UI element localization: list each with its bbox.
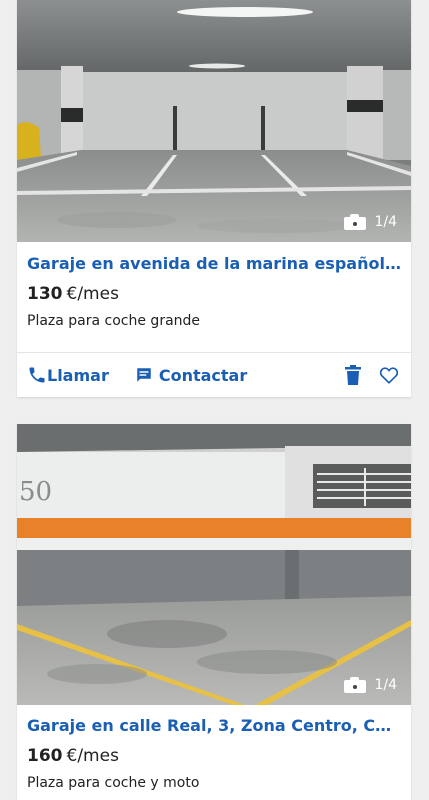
chat-icon xyxy=(137,368,151,382)
listing-title[interactable]: Garaje en calle Real, 3, Zona Centro, Ce… xyxy=(27,705,401,737)
price-value: 160 xyxy=(27,746,63,766)
listing-photo[interactable]: 50 1/4 xyxy=(17,424,411,705)
garage-photo-image: 50 xyxy=(17,424,411,705)
photo-counter-text: 1/4 xyxy=(374,214,397,230)
delete-button[interactable] xyxy=(341,363,365,387)
contact-label: Contactar xyxy=(158,365,248,385)
price-value: 130 xyxy=(27,284,63,304)
listing-photo[interactable]: 1/4 xyxy=(17,0,411,242)
trash-icon xyxy=(345,365,361,385)
wall-number: 50 xyxy=(19,477,52,507)
listing-price: 130 €/mes xyxy=(27,283,401,305)
listing-description: Plaza para coche y moto xyxy=(27,775,200,791)
photo-counter: 1/4 xyxy=(344,214,397,230)
phone-icon xyxy=(29,367,45,383)
heart-icon xyxy=(379,367,399,384)
camera-icon xyxy=(344,677,367,693)
listing-card[interactable]: 50 1/4 Garaje en calle Real, 3, Zona Cen… xyxy=(17,424,411,800)
listing-price: 160 €/mes xyxy=(27,745,401,767)
call-label: Llamar xyxy=(47,365,109,385)
favorite-button[interactable] xyxy=(377,363,401,387)
contact-button[interactable]: Contactar xyxy=(135,366,247,385)
garage-photo-image xyxy=(17,0,411,242)
photo-counter-text: 1/4 xyxy=(374,677,397,693)
listing-actions: Llamar Contactar xyxy=(17,353,411,397)
listing-card[interactable]: 1/4 Garaje en avenida de la marina españ… xyxy=(17,0,411,397)
photo-counter: 1/4 xyxy=(344,677,397,693)
price-unit: €/mes xyxy=(66,746,119,766)
call-button[interactable]: Llamar xyxy=(27,365,109,385)
listing-title[interactable]: Garaje en avenida de la marina española,… xyxy=(27,242,401,275)
listing-description: Plaza para coche grande xyxy=(27,313,201,329)
price-unit: €/mes xyxy=(66,284,119,304)
camera-icon xyxy=(344,214,367,230)
